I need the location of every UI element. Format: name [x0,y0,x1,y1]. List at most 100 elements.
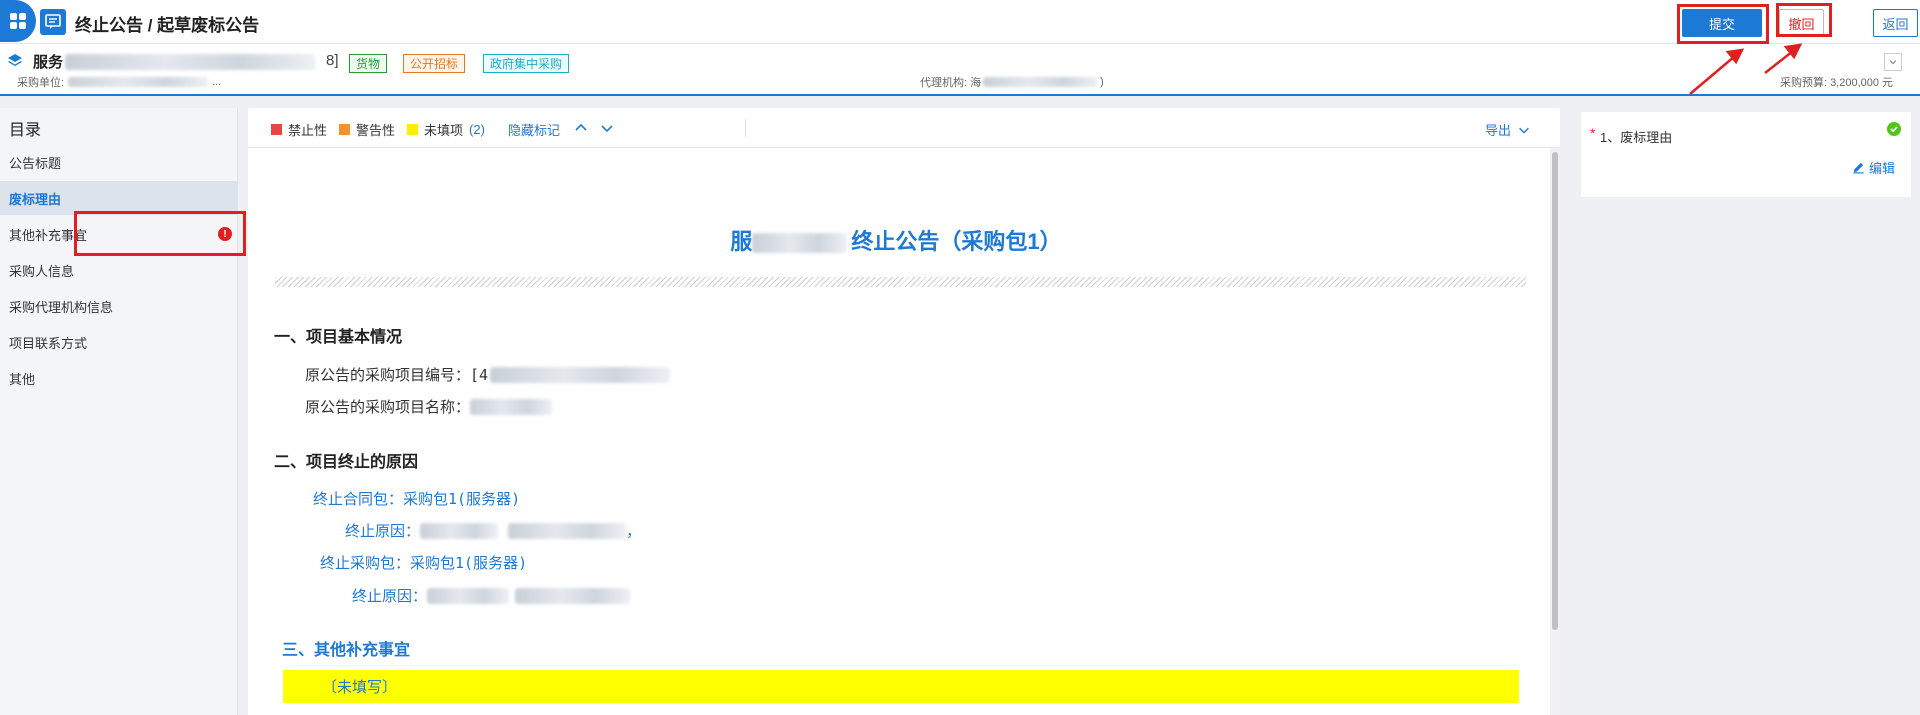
legend-unfilled[interactable]: 未填项 (2) [407,120,485,139]
project-name: 服务 [33,51,316,72]
chevron-down-icon[interactable] [599,120,615,136]
title-divider [275,277,1526,287]
announcement-icon [40,9,66,35]
redacted-text [420,522,499,539]
apps-grid-icon [10,13,26,29]
section-heading-basic-info: 一、项目基本情况 [274,329,403,346]
field-card-rejection-reason [1581,112,1911,197]
chevron-up-icon[interactable] [573,120,589,136]
reason-tail: ， [626,522,642,540]
toc-item-other[interactable]: 其他 [0,361,238,395]
error-icon: ! [218,227,232,241]
redacted-text [427,587,510,604]
purchaser-info: 采购单位: ... [17,74,221,90]
export-dropdown[interactable]: 导出 [1485,120,1531,139]
toc-item-rejection-reason[interactable]: 废标理由 [0,181,238,215]
export-label: 导出 [1485,123,1512,138]
toc-item-label: 公告标题 [9,155,62,171]
toc-item-agency-info[interactable]: 采购代理机构信息 [0,289,238,323]
toc-item-other-matters[interactable]: 其他补充事宜 ! [0,217,238,251]
project-name-text: 服务 [33,54,64,71]
toc-item-label: 废标理由 [9,191,62,207]
purchaser-ellipsis: ... [212,76,222,88]
redacted-text [65,53,316,70]
right-panel [1571,108,1920,715]
toc-title: 目录 [9,122,42,139]
budget-label: 采购预算: [1780,77,1828,89]
field-card-label: 1、废标理由 [1600,130,1673,145]
section-heading-other-matters: 三、其他补充事宜 [282,642,411,659]
terminated-contract-package: 终止合同包：采购包1(服务器) [313,490,521,508]
section-heading-termination-reason: 二、项目终止的原因 [274,454,419,471]
doc-title-prefix: 服 [730,229,753,254]
page-title: 终止公告 / 起草废标公告 [75,16,260,35]
project-number-label: 原公告的采购项目编号：[4 [305,366,489,384]
agency-label: 代理机构: [920,77,968,89]
toolbar-divider [745,119,746,137]
redacted-text [470,398,553,415]
tag-gov-procurement: 政府集中采购 [483,54,570,73]
toc-item-label: 采购人信息 [9,263,75,279]
legend-forbidden-label: 禁止性 [288,123,328,138]
submit-button[interactable]: 提交 [1682,9,1762,37]
redacted-text [515,587,631,604]
redacted-text [508,522,627,539]
warning-swatch [339,124,350,135]
layers-icon [8,54,22,66]
agency-prefix: 海 [970,77,982,89]
redacted-text [983,77,1099,87]
termination-reason-1: 终止原因： ， [345,520,641,541]
unfilled-placeholder[interactable]: 〔未填写〕 [322,676,397,697]
redacted-text [752,233,848,254]
toc-item-announcement-title[interactable]: 公告标题 [0,145,238,179]
legend-forbidden: 禁止性 [271,120,327,139]
edit-label: 编辑 [1869,161,1896,176]
original-project-name: 原公告的采购项目名称： [305,396,553,417]
pencil-icon [1853,162,1864,174]
unfilled-count: (2) [469,122,485,137]
top-header: 终止公告 / 起草废标公告 提交 撤回 返回 [0,0,1920,44]
app-menu-button[interactable] [0,0,36,42]
required-mark: * [1590,125,1596,141]
termination-reason-2: 终止原因： [352,585,631,606]
hide-marks-link[interactable]: 隐藏标记 [508,120,560,139]
doc-title-text: 终止公告（采购包1） [851,229,1062,254]
toc-item-purchaser-info[interactable]: 采购人信息 [0,253,238,287]
edit-button[interactable]: 编辑 [1852,158,1895,177]
toc-item-label: 其他补充事宜 [9,227,88,243]
chevron-down-icon [1519,127,1529,134]
toc-item-label: 其他 [9,371,36,387]
unfilled-highlight[interactable] [283,670,1519,703]
budget-value: 3,200,000 元 [1830,77,1894,89]
check-circle-icon [1887,122,1901,136]
redacted-text [490,366,671,383]
legend-unfilled-label: 未填项 [424,123,464,138]
document-title: 服 终止公告（采购包1） [248,224,1544,256]
forbidden-swatch [271,124,282,135]
table-of-contents: 目录 公告标题 废标理由 其他补充事宜 ! 采购人信息 采购代理机构信息 项目联… [0,108,238,715]
tag-open-tender: 公开招标 [403,54,466,73]
toc-item-label: 项目联系方式 [9,335,88,351]
unfilled-swatch [407,124,418,135]
budget-info: 采购预算: 3,200,000 元 [1780,74,1893,90]
redacted-text [68,77,209,87]
scrollbar-thumb[interactable] [1552,152,1558,630]
project-info-bar: 服务 8] 货物 公开招标 政府集中采购 采购单位: ... 代理机构: 海 )… [0,44,1920,96]
toc-item-label: 采购代理机构信息 [9,299,114,315]
project-name-label: 原公告的采购项目名称： [305,398,471,416]
agency-suffix: ) [1100,76,1104,88]
back-button[interactable]: 返回 [1873,9,1918,37]
legend-warning-label: 警告性 [356,123,396,138]
legend-warning: 警告性 [339,120,395,139]
reason-label: 终止原因： [352,587,428,605]
toc-item-contact[interactable]: 项目联系方式 [0,325,238,359]
original-project-number: 原公告的采购项目编号：[4 [305,364,671,385]
agency-info: 代理机构: 海 ) [920,74,1104,90]
withdraw-button[interactable]: 撤回 [1779,9,1824,37]
terminated-purchase-package: 终止采购包：采购包1(服务器) [320,554,528,572]
project-code-suffix: 8] [326,52,339,69]
tag-goods: 货物 [349,54,388,73]
collapse-toggle[interactable] [1884,53,1902,71]
editor-toolbar: 禁止性 警告性 未填项 (2) 隐藏标记 导出 [248,108,1560,148]
reason-label: 终止原因： [345,522,421,540]
